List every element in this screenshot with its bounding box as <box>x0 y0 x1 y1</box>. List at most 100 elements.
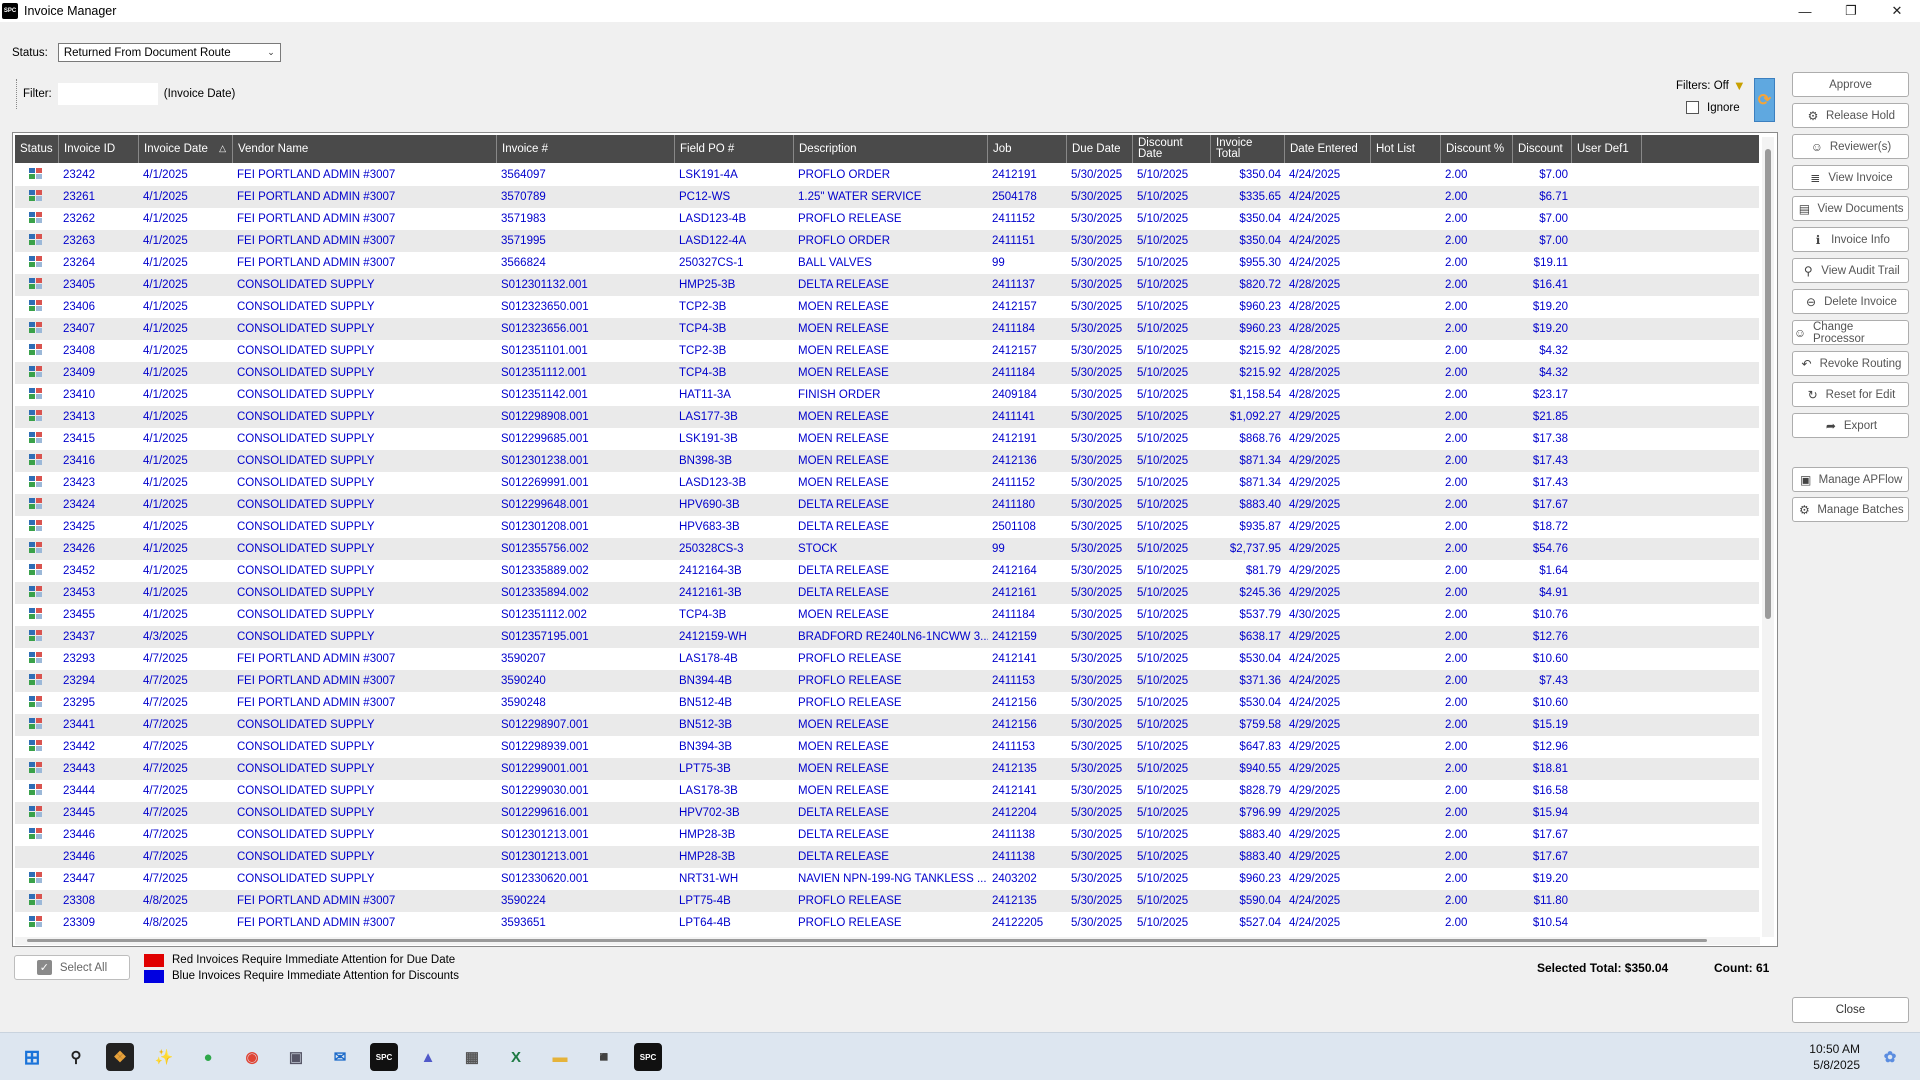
table-row[interactable]: 23444 4/7/2025 CONSOLIDATED SUPPLY S0122990… <box>15 780 1759 802</box>
cell-id: 23453 <box>63 587 95 599</box>
app-icon-4[interactable]: ▣ <box>282 1043 310 1071</box>
column-header[interactable]: Due Date <box>1067 135 1133 163</box>
table-row[interactable]: 23261 4/1/2025 FEI PORTLAND ADMIN #3007 357… <box>15 186 1759 208</box>
column-header[interactable]: Date Entered <box>1285 135 1371 163</box>
table-row[interactable]: 23410 4/1/2025 CONSOLIDATED SUPPLY S0123511… <box>15 384 1759 406</box>
column-header[interactable]: Status <box>15 135 59 163</box>
table-row[interactable]: 23413 4/1/2025 CONSOLIDATED SUPPLY S0122989… <box>15 406 1759 428</box>
close-button[interactable]: Close <box>1792 997 1909 1023</box>
column-header[interactable]: Invoice # <box>497 135 675 163</box>
column-header[interactable]: Invoice ID <box>59 135 139 163</box>
approve-button[interactable]: Approve <box>1792 72 1909 97</box>
column-header[interactable]: Discount <box>1513 135 1572 163</box>
filters-state[interactable]: Filters: Off ▼ <box>1676 78 1746 93</box>
copilot-icon[interactable]: ✿ <box>1876 1043 1904 1071</box>
ignore-checkbox[interactable] <box>1686 101 1699 114</box>
table-row[interactable]: 23445 4/7/2025 CONSOLIDATED SUPPLY S0122996… <box>15 802 1759 824</box>
view-audit-trail-button[interactable]: ⚲ View Audit Trail <box>1792 258 1909 283</box>
table-row[interactable]: 23423 4/1/2025 CONSOLIDATED SUPPLY S0122699… <box>15 472 1759 494</box>
cell-job: 24122205 <box>992 917 1044 929</box>
table-row[interactable]: 23425 4/1/2025 CONSOLIDATED SUPPLY S0123012… <box>15 516 1759 538</box>
table-row[interactable]: 23309 4/8/2025 FEI PORTLAND ADMIN #3007 359… <box>15 912 1759 934</box>
minimize-icon[interactable]: — <box>1782 0 1828 22</box>
horizontal-scrollbar[interactable] <box>15 937 1760 945</box>
table-row[interactable]: 23263 4/1/2025 FEI PORTLAND ADMIN #3007 357… <box>15 230 1759 252</box>
manage-apflow-button[interactable]: ▣ Manage APFlow <box>1792 467 1909 492</box>
column-header[interactable]: Field PO # <box>675 135 794 163</box>
table-row[interactable]: 23416 4/1/2025 CONSOLIDATED SUPPLY S0123012… <box>15 450 1759 472</box>
table-row[interactable]: 23426 4/1/2025 CONSOLIDATED SUPPLY S0123557… <box>15 538 1759 560</box>
invoice-info-button[interactable]: ℹ Invoice Info <box>1792 227 1909 252</box>
refresh-icon[interactable]: ⟳ <box>1754 78 1775 122</box>
table-row[interactable]: 23441 4/7/2025 CONSOLIDATED SUPPLY S0122989… <box>15 714 1759 736</box>
table-row[interactable]: 23455 4/1/2025 CONSOLIDATED SUPPLY S0123511… <box>15 604 1759 626</box>
table-row[interactable]: 23446 4/7/2025 CONSOLIDATED SUPPLY S0123012… <box>15 846 1759 868</box>
table-row[interactable]: 23424 4/1/2025 CONSOLIDATED SUPPLY S0122996… <box>15 494 1759 516</box>
table-row[interactable]: 23262 4/1/2025 FEI PORTLAND ADMIN #3007 357… <box>15 208 1759 230</box>
column-header[interactable]: Hot List <box>1371 135 1441 163</box>
change-processor-button[interactable]: ☺ Change Processor <box>1792 320 1909 345</box>
cell-disc: $16.41 <box>1532 279 1568 291</box>
cell-disc: $18.81 <box>1532 763 1568 775</box>
column-header[interactable]: User Def1 <box>1572 135 1642 163</box>
column-header[interactable]: Invoice Total <box>1211 135 1285 163</box>
status-dropdown[interactable]: Returned From Document Route ⌄ <box>57 43 281 62</box>
calculator-icon[interactable]: ▦ <box>458 1043 486 1071</box>
reviewer-s-button[interactable]: ☺ Reviewer(s) <box>1792 134 1909 159</box>
table-row[interactable]: 23293 4/7/2025 FEI PORTLAND ADMIN #3007 359… <box>15 648 1759 670</box>
app-icon-6[interactable]: ◾ <box>590 1043 618 1071</box>
table-row[interactable]: 23446 4/7/2025 CONSOLIDATED SUPPLY S0123012… <box>15 824 1759 846</box>
table-row[interactable]: 23447 4/7/2025 CONSOLIDATED SUPPLY S0123306… <box>15 868 1759 890</box>
column-header[interactable]: Job <box>988 135 1067 163</box>
app-icon-5[interactable]: SPC <box>370 1043 398 1071</box>
table-row[interactable]: 23452 4/1/2025 CONSOLIDATED SUPPLY S0123358… <box>15 560 1759 582</box>
table-row[interactable]: 23308 4/8/2025 FEI PORTLAND ADMIN #3007 359… <box>15 890 1759 912</box>
column-header[interactable]: Discount Date <box>1133 135 1211 163</box>
table-row[interactable]: 23409 4/1/2025 CONSOLIDATED SUPPLY S0123511… <box>15 362 1759 384</box>
outlook-icon[interactable]: ✉ <box>326 1043 354 1071</box>
view-documents-button[interactable]: ▤ View Documents <box>1792 196 1909 221</box>
table-row[interactable]: 23443 4/7/2025 CONSOLIDATED SUPPLY S0122990… <box>15 758 1759 780</box>
table-row[interactable]: 23453 4/1/2025 CONSOLIDATED SUPPLY S0123358… <box>15 582 1759 604</box>
app-icon-7[interactable]: SPC <box>634 1043 662 1071</box>
select-all-button[interactable]: ✓ Select All <box>14 955 130 980</box>
app-icon-2[interactable]: ✨ <box>150 1043 178 1071</box>
restore-icon[interactable]: ❐ <box>1828 0 1874 22</box>
view-invoice-button[interactable]: ≣ View Invoice <box>1792 165 1909 190</box>
cell-disc-date: 5/10/2025 <box>1137 631 1189 643</box>
clock[interactable]: 10:50 AM 5/8/2025 <box>1800 1041 1860 1073</box>
column-header[interactable]: Description <box>794 135 988 163</box>
table-row[interactable]: 23405 4/1/2025 CONSOLIDATED SUPPLY S0123011… <box>15 274 1759 296</box>
vertical-scrollbar[interactable] <box>1762 137 1774 937</box>
folder-icon[interactable]: ▬ <box>546 1043 574 1071</box>
teams-icon[interactable]: ▲ <box>414 1043 442 1071</box>
app-icon-1[interactable]: ❖ <box>106 1043 134 1071</box>
app-icon-3[interactable]: ● <box>194 1043 222 1071</box>
manage-batches-button[interactable]: ⚙ Manage Batches <box>1792 497 1909 522</box>
column-header[interactable]: Invoice Date △ <box>139 135 233 163</box>
windows-start-icon[interactable]: ⊞ <box>18 1043 46 1071</box>
status-cell <box>15 717 59 733</box>
table-row[interactable]: 23415 4/1/2025 CONSOLIDATED SUPPLY S0122996… <box>15 428 1759 450</box>
table-row[interactable]: 23294 4/7/2025 FEI PORTLAND ADMIN #3007 359… <box>15 670 1759 692</box>
table-row[interactable]: 23264 4/1/2025 FEI PORTLAND ADMIN #3007 356… <box>15 252 1759 274</box>
table-row[interactable]: 23242 4/1/2025 FEI PORTLAND ADMIN #3007 356… <box>15 164 1759 186</box>
excel-icon[interactable]: X <box>502 1043 530 1071</box>
release-hold-button[interactable]: ⚙ Release Hold <box>1792 103 1909 128</box>
reset-for-edit-button[interactable]: ↻ Reset for Edit <box>1792 382 1909 407</box>
chrome-icon[interactable]: ◉ <box>238 1043 266 1071</box>
revoke-routing-button[interactable]: ↶ Revoke Routing <box>1792 351 1909 376</box>
search-icon[interactable]: ⚲ <box>62 1043 90 1071</box>
table-row[interactable]: 23442 4/7/2025 CONSOLIDATED SUPPLY S0122989… <box>15 736 1759 758</box>
column-header[interactable]: Discount % <box>1441 135 1513 163</box>
export-button[interactable]: ➦ Export <box>1792 413 1909 438</box>
close-icon[interactable]: ✕ <box>1874 0 1920 22</box>
delete-invoice-button[interactable]: ⊖ Delete Invoice <box>1792 289 1909 314</box>
filter-input[interactable] <box>57 83 158 105</box>
table-row[interactable]: 23437 4/3/2025 CONSOLIDATED SUPPLY S0123571… <box>15 626 1759 648</box>
table-row[interactable]: 23406 4/1/2025 CONSOLIDATED SUPPLY S0123236… <box>15 296 1759 318</box>
table-row[interactable]: 23407 4/1/2025 CONSOLIDATED SUPPLY S0123236… <box>15 318 1759 340</box>
table-row[interactable]: 23295 4/7/2025 FEI PORTLAND ADMIN #3007 359… <box>15 692 1759 714</box>
column-header[interactable]: Vendor Name <box>233 135 497 163</box>
table-row[interactable]: 23408 4/1/2025 CONSOLIDATED SUPPLY S0123511… <box>15 340 1759 362</box>
